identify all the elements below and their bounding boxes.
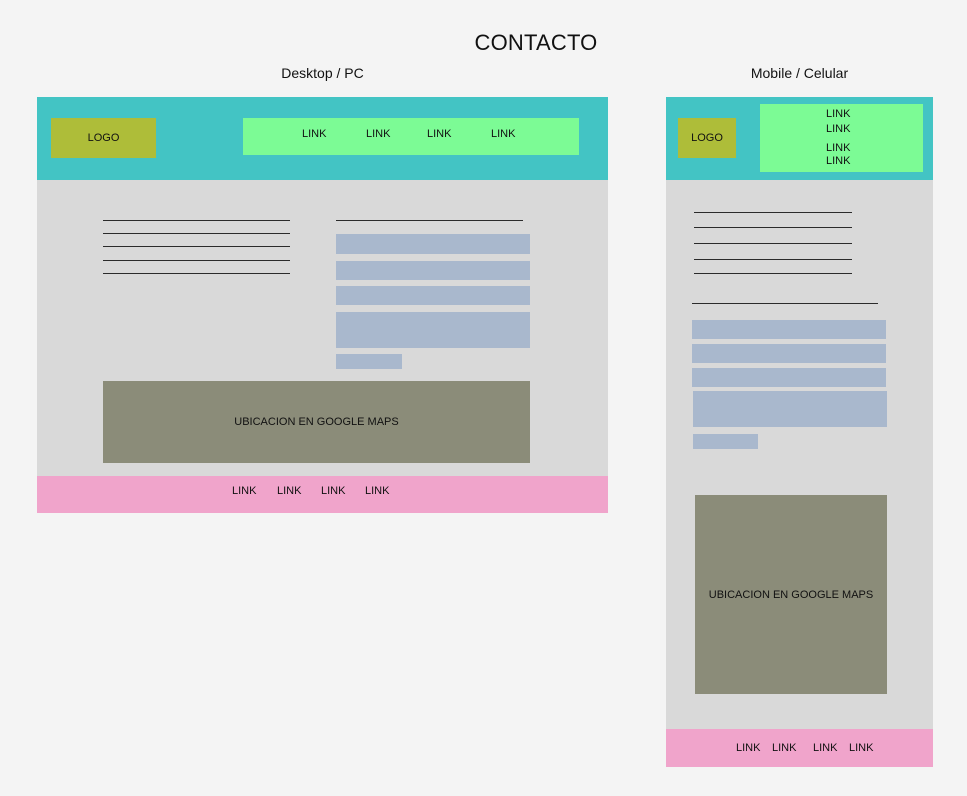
desktop-info-line [103, 246, 290, 247]
desktop-footer-link-4[interactable]: LINK [365, 485, 389, 497]
mobile-form-field[interactable] [692, 344, 886, 363]
desktop-nav-link-4[interactable]: LINK [491, 128, 515, 140]
desktop-label: Desktop / PC [281, 65, 364, 81]
mobile-nav-link-4[interactable]: LINK [826, 155, 850, 167]
mobile-form-heading-line [692, 303, 878, 304]
mobile-footer-link-3[interactable]: LINK [813, 742, 837, 754]
mobile-submit-button[interactable] [693, 434, 758, 449]
desktop-footer-link-3[interactable]: LINK [321, 485, 345, 497]
desktop-form-field[interactable] [336, 261, 530, 280]
desktop-nav-link-3[interactable]: LINK [427, 128, 451, 140]
desktop-info-line [103, 273, 290, 274]
mobile-logo[interactable]: LOGO [678, 118, 736, 158]
desktop-header: LOGO LINK LINK LINK LINK [37, 97, 608, 180]
mobile-nav-link-1[interactable]: LINK [826, 108, 850, 120]
mobile-nav: LINK LINK LINK LINK [760, 104, 923, 172]
desktop-footer-link-2[interactable]: LINK [277, 485, 301, 497]
desktop-info-line [103, 220, 290, 221]
mobile-info-line [694, 212, 852, 213]
mobile-footer-link-1[interactable]: LINK [736, 742, 760, 754]
mobile-frame: LOGO LINK LINK LINK LINK UBICACION EN GO… [666, 97, 933, 767]
mobile-label: Mobile / Celular [750, 65, 849, 81]
desktop-frame: LOGO LINK LINK LINK LINK UBICACION EN GO… [37, 97, 608, 513]
mobile-header: LOGO LINK LINK LINK LINK [666, 97, 933, 180]
desktop-form-field[interactable] [336, 234, 530, 254]
mobile-map-placeholder: UBICACION EN GOOGLE MAPS [695, 495, 887, 694]
mobile-form-message[interactable] [693, 391, 887, 427]
desktop-logo[interactable]: LOGO [51, 118, 156, 158]
desktop-form-field[interactable] [336, 286, 530, 305]
desktop-submit-button[interactable] [336, 354, 402, 369]
mobile-info-line [694, 227, 852, 228]
mobile-footer-link-2[interactable]: LINK [772, 742, 796, 754]
mobile-info-line [694, 243, 852, 244]
mobile-nav-link-3[interactable]: LINK [826, 142, 850, 154]
mobile-info-line [694, 259, 852, 260]
desktop-nav: LINK LINK LINK LINK [243, 118, 579, 155]
desktop-info-line [103, 233, 290, 234]
desktop-footer: LINK LINK LINK LINK [37, 476, 608, 513]
desktop-form-message[interactable] [336, 312, 530, 348]
desktop-nav-link-2[interactable]: LINK [366, 128, 390, 140]
desktop-map-placeholder: UBICACION EN GOOGLE MAPS [103, 381, 530, 463]
mobile-form-field[interactable] [692, 368, 886, 387]
mobile-footer: LINK LINK LINK LINK [666, 729, 933, 767]
page-title: CONTACTO [474, 30, 598, 55]
desktop-info-line [103, 260, 290, 261]
mobile-footer-link-4[interactable]: LINK [849, 742, 873, 754]
desktop-footer-link-1[interactable]: LINK [232, 485, 256, 497]
desktop-form-heading-line [336, 220, 523, 221]
desktop-nav-link-1[interactable]: LINK [302, 128, 326, 140]
mobile-info-line [694, 273, 852, 274]
mobile-nav-link-2[interactable]: LINK [826, 123, 850, 135]
mobile-form-field[interactable] [692, 320, 886, 339]
